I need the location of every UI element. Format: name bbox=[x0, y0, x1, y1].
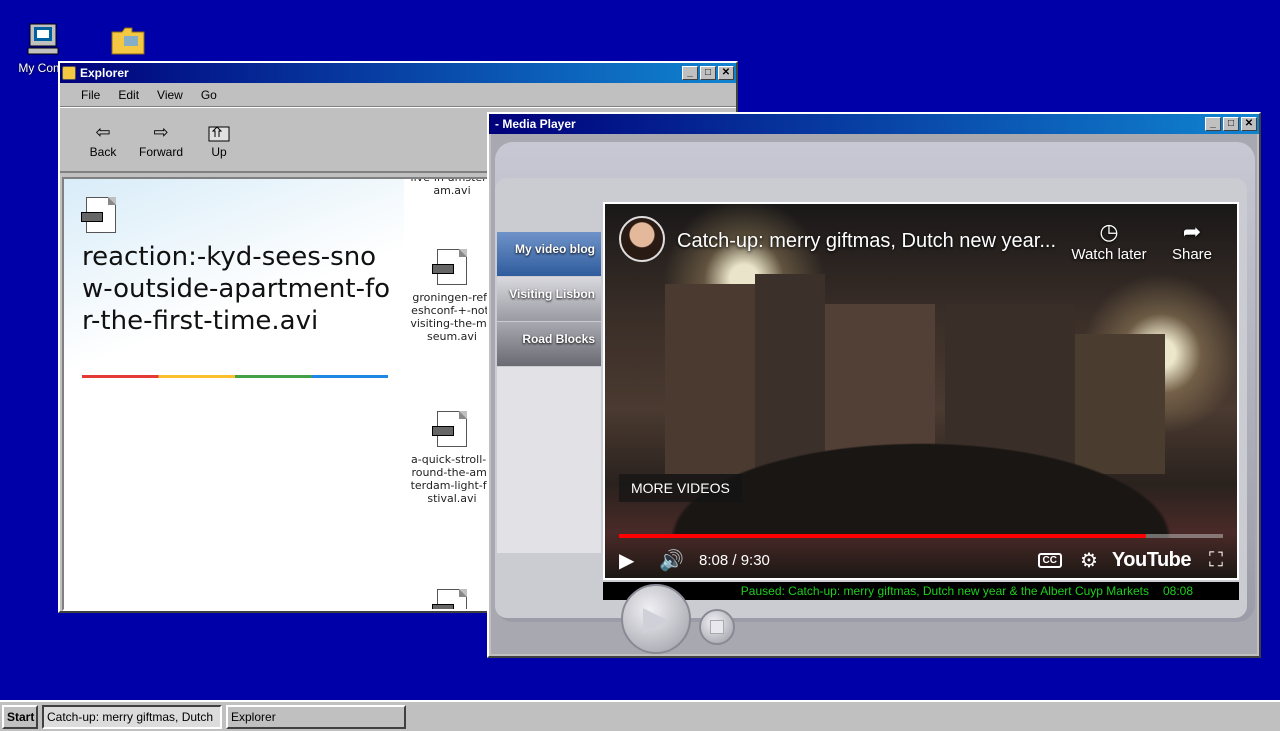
minimize-button[interactable]: _ bbox=[682, 66, 698, 80]
file-item[interactable] bbox=[410, 589, 494, 609]
progress-bar[interactable] bbox=[619, 534, 1223, 538]
share-button[interactable]: ➦ Share bbox=[1167, 218, 1217, 263]
up-button[interactable]: Up bbox=[190, 121, 248, 159]
progress-fill bbox=[619, 534, 1146, 538]
close-button[interactable]: ✕ bbox=[1241, 117, 1257, 131]
share-label: Share bbox=[1171, 246, 1213, 263]
taskbar: Start Catch-up: merry giftmas, Dutch Exp… bbox=[0, 700, 1280, 731]
play-triangle-icon: ▶ bbox=[642, 600, 670, 638]
status-text: Paused: Catch-up: merry giftmas, Dutch n… bbox=[740, 584, 1149, 598]
stop-square-icon bbox=[710, 620, 724, 634]
video-file-icon bbox=[432, 589, 467, 609]
file-name: groningen-refreshconf-+-not-visiting-the… bbox=[410, 291, 494, 343]
file-name: live-in-amsterdam.avi bbox=[410, 177, 494, 197]
media-player-titlebar[interactable]: - Media Player _ □ ✕ bbox=[489, 114, 1259, 134]
file-item[interactable]: groningen-refreshconf-+-not-visiting-the… bbox=[410, 249, 494, 343]
status-bar: Paused: Catch-up: merry giftmas, Dutch n… bbox=[603, 582, 1239, 600]
share-arrow-icon: ➦ bbox=[1182, 219, 1202, 244]
stop-button[interactable] bbox=[699, 609, 735, 645]
video-file-icon bbox=[81, 197, 116, 233]
forward-button[interactable]: ⇨ Forward bbox=[132, 121, 190, 159]
youtube-logo[interactable]: YouTube bbox=[1112, 549, 1192, 572]
time-display: 8:08 / 9:30 bbox=[699, 551, 770, 569]
back-arrow-icon: ⇦ bbox=[95, 122, 111, 142]
watch-later-button[interactable]: ◷ Watch later bbox=[1067, 218, 1151, 263]
up-folder-icon bbox=[190, 121, 248, 145]
media-player-body: My video blog Visiting Lisbon Road Block… bbox=[491, 134, 1257, 654]
menu-file[interactable]: File bbox=[72, 88, 109, 102]
close-button[interactable]: ✕ bbox=[718, 66, 734, 80]
up-label: Up bbox=[211, 144, 227, 159]
maximize-button[interactable]: □ bbox=[700, 66, 716, 80]
preview-pane: reaction:-kyd-sees-snow-outside-apartmen… bbox=[64, 179, 404, 609]
playlist-nav: My video blog Visiting Lisbon Road Block… bbox=[497, 232, 601, 367]
nav-item-road-blocks[interactable]: Road Blocks bbox=[497, 322, 601, 366]
menu-bar: File Edit View Go bbox=[60, 83, 736, 107]
forward-label: Forward bbox=[138, 144, 183, 159]
nav-item-visiting-lisbon[interactable]: Visiting Lisbon bbox=[497, 277, 601, 321]
start-button[interactable]: Start bbox=[2, 704, 38, 729]
menu-edit[interactable]: Edit bbox=[109, 88, 148, 102]
playlist-empty-area bbox=[497, 367, 601, 553]
preview-file-title: reaction:-kyd-sees-snow-outside-apartmen… bbox=[82, 242, 391, 336]
captions-icon[interactable]: CC bbox=[1037, 552, 1062, 568]
taskbar-item-explorer[interactable]: Explorer bbox=[226, 704, 406, 729]
watch-later-label: Watch later bbox=[1071, 246, 1147, 263]
file-item[interactable]: live-in-amsterdam.avi bbox=[410, 177, 494, 197]
volume-icon[interactable]: 🔊 bbox=[659, 548, 699, 573]
back-label: Back bbox=[89, 144, 117, 159]
explorer-titlebar[interactable]: Explorer _ □ ✕ bbox=[60, 63, 736, 83]
play-button[interactable]: ▶ bbox=[621, 584, 691, 654]
explorer-app-icon bbox=[62, 66, 76, 80]
computer-icon bbox=[27, 23, 59, 55]
fullscreen-icon[interactable]: ⛶ bbox=[1209, 549, 1223, 572]
taskbar-item-media-player[interactable]: Catch-up: merry giftmas, Dutch bbox=[42, 704, 222, 729]
video-controls: ▶ 🔊 8:08 / 9:30 CC ⚙ YouTube ⛶ bbox=[605, 542, 1237, 578]
folder-icon bbox=[111, 27, 145, 55]
more-videos-button[interactable]: MORE VIDEOS bbox=[619, 474, 742, 502]
file-item[interactable]: a-quick-stroll-around-the-amsterdam-ligh… bbox=[410, 411, 494, 505]
menu-go[interactable]: Go bbox=[192, 88, 226, 102]
clock-icon: ◷ bbox=[1099, 219, 1119, 244]
maximize-button[interactable]: □ bbox=[1223, 117, 1239, 131]
rainbow-divider bbox=[82, 375, 388, 378]
status-time: 08:08 bbox=[1162, 584, 1193, 598]
video-title[interactable]: Catch-up: merry giftmas, Dutch new year.… bbox=[677, 230, 1056, 253]
menu-view[interactable]: View bbox=[148, 88, 192, 102]
video-embed[interactable]: Catch-up: merry giftmas, Dutch new year.… bbox=[603, 202, 1239, 580]
file-name: a-quick-stroll-around-the-amsterdam-ligh… bbox=[410, 453, 494, 505]
nav-item-my-video-blog[interactable]: My video blog bbox=[497, 232, 601, 276]
play-icon[interactable]: ▶ bbox=[619, 548, 659, 573]
desktop-icon-folder[interactable] bbox=[108, 24, 148, 61]
channel-avatar[interactable] bbox=[619, 216, 665, 262]
video-file-icon bbox=[432, 249, 467, 285]
window-title: Explorer bbox=[80, 66, 129, 80]
video-file-icon bbox=[432, 411, 467, 447]
window-title: - Media Player bbox=[495, 117, 576, 131]
media-player-window[interactable]: - Media Player _ □ ✕ My video blog Visit… bbox=[487, 112, 1261, 658]
back-button[interactable]: ⇦ Back bbox=[74, 121, 132, 159]
minimize-button[interactable]: _ bbox=[1205, 117, 1221, 131]
gear-icon[interactable]: ⚙ bbox=[1080, 548, 1098, 573]
forward-arrow-icon: ⇨ bbox=[153, 122, 169, 142]
